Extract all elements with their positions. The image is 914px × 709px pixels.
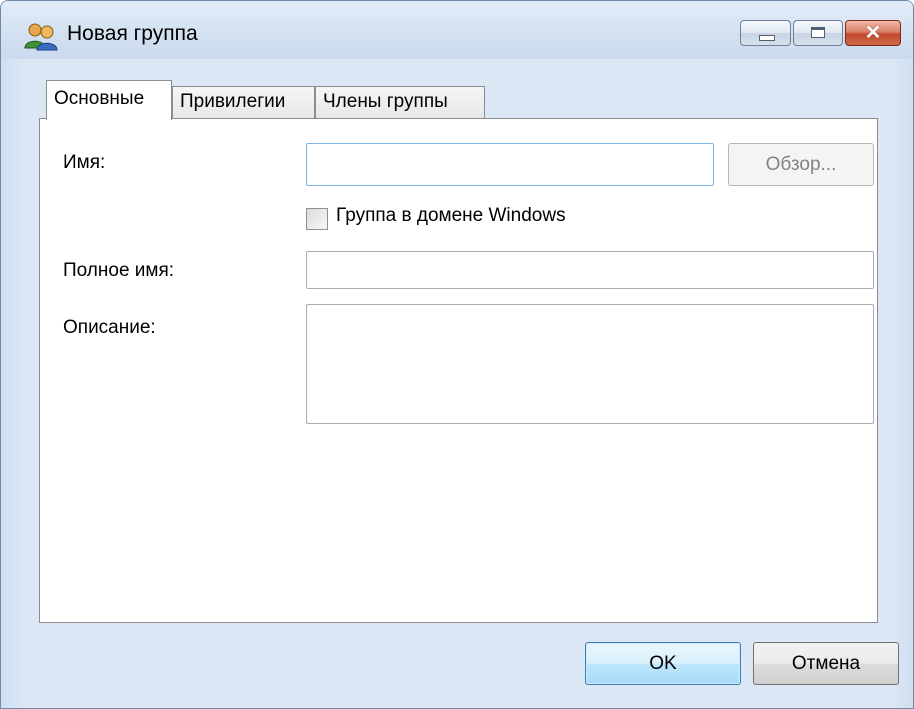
window-title: Новая группа bbox=[67, 22, 198, 45]
minimize-icon bbox=[759, 35, 775, 41]
close-button[interactable]: ✕ bbox=[845, 20, 901, 46]
cancel-button[interactable]: Отмена bbox=[753, 642, 899, 685]
tab-panel-general: Имя: Обзор... Группа в домене Windows По… bbox=[39, 118, 878, 623]
name-label: Имя: bbox=[63, 152, 106, 173]
domain-checkbox[interactable] bbox=[306, 208, 328, 230]
browse-button[interactable]: Обзор... bbox=[728, 143, 874, 186]
minimize-button[interactable] bbox=[740, 20, 791, 46]
tab-privileges[interactable]: Привилегии bbox=[172, 86, 315, 119]
title-bar[interactable]: Новая группа ✕ bbox=[1, 1, 913, 59]
ok-button[interactable]: OK bbox=[585, 642, 741, 685]
tab-group-members[interactable]: Члены группы bbox=[315, 86, 485, 119]
maximize-button[interactable] bbox=[793, 20, 843, 46]
description-label: Описание: bbox=[63, 317, 156, 338]
dialog-window: Новая группа ✕ Основные Привилегии Члены… bbox=[0, 0, 914, 709]
domain-checkbox-label[interactable]: Группа в домене Windows bbox=[336, 205, 566, 227]
users-group-icon bbox=[24, 23, 58, 51]
maximize-icon bbox=[811, 27, 825, 38]
fullname-label: Полное имя: bbox=[63, 260, 175, 281]
name-input[interactable] bbox=[306, 143, 714, 186]
tab-general[interactable]: Основные bbox=[46, 80, 172, 120]
description-textarea[interactable] bbox=[306, 304, 874, 424]
fullname-input[interactable] bbox=[306, 251, 874, 289]
close-icon: ✕ bbox=[864, 22, 882, 44]
